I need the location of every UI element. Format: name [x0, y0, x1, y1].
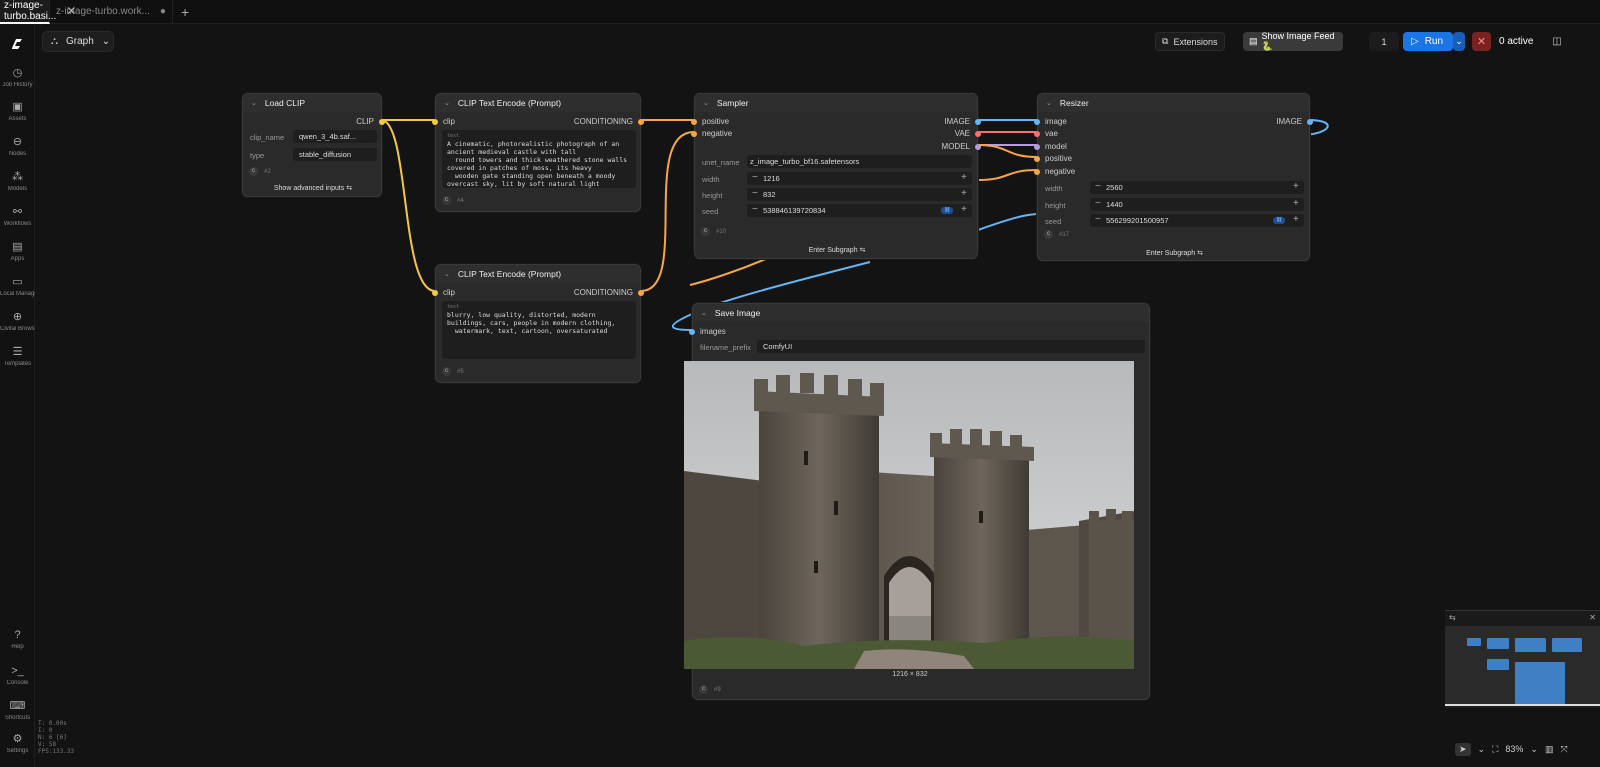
input-vae[interactable]: vae — [1034, 129, 1058, 138]
input-positive[interactable]: positive — [1034, 154, 1072, 163]
show-advanced-inputs-button[interactable]: Show advanced inputs ⇆ — [243, 184, 383, 192]
node-footer: c #2 — [249, 167, 271, 176]
comfy-icon: c — [699, 685, 708, 694]
minimap-node — [1515, 638, 1546, 652]
chevron-down-icon[interactable]: ⌄ — [1046, 99, 1052, 107]
decrement-button[interactable]: − — [752, 188, 758, 199]
pointer-icon[interactable]: ➤ — [1455, 742, 1471, 756]
seed-stepper[interactable]: 556299201500957 — [1090, 214, 1304, 227]
fit-view-icon[interactable]: ⛶ — [1492, 744, 1498, 755]
minimap-header: ⇆ ✕ — [1445, 611, 1600, 626]
height-stepper[interactable]: 1440 — [1090, 198, 1304, 211]
prompt-textarea[interactable]: text blurry, low quality, distorted, mode… — [442, 301, 636, 359]
input-negative[interactable]: negative — [691, 129, 732, 138]
input-clip[interactable]: clip — [432, 117, 455, 126]
node-footer: c #4 — [442, 196, 464, 205]
chevron-down-icon[interactable]: ⌄ — [701, 309, 707, 317]
node-resizer[interactable]: ⌄ Resizer image vae model positive negati… — [1034, 93, 1313, 261]
node-header[interactable]: ⌄ CLIP Text Encode (Prompt) — [436, 265, 640, 283]
minimap-node — [1487, 659, 1509, 670]
chevron-down-icon[interactable]: ⌄ — [251, 99, 257, 107]
increment-button[interactable]: + — [1293, 214, 1299, 225]
image-size-caption: 1216 × 832 — [892, 671, 928, 678]
link-badge: ⛓ — [941, 207, 954, 214]
type-select[interactable]: stable_diffusion — [293, 148, 377, 161]
minimap[interactable]: ⇆ ✕ — [1445, 610, 1600, 708]
output-image[interactable]: IMAGE — [944, 117, 981, 126]
chevron-down-icon[interactable]: ⌄ — [1530, 744, 1538, 755]
enter-subgraph-button[interactable]: Enter Subgraph ⇆ — [695, 246, 979, 254]
output-vae[interactable]: VAE — [955, 129, 981, 138]
chevron-down-icon[interactable]: ⌄ — [703, 99, 709, 107]
chevron-down-icon[interactable]: ⌄ — [444, 99, 450, 107]
zoom-level[interactable]: 83% — [1505, 744, 1523, 754]
minimap-node — [1467, 638, 1481, 646]
node-footer: c #9 — [699, 685, 721, 694]
output-clip[interactable]: CLIP — [356, 117, 385, 126]
minimap-canvas[interactable] — [1445, 626, 1600, 706]
minimap-node — [1515, 662, 1565, 704]
comfy-icon: c — [442, 367, 451, 376]
subgraph-icon: ⇆ — [859, 247, 866, 254]
decrement-button[interactable]: − — [752, 204, 758, 215]
seed-stepper[interactable]: 538846139720834 — [747, 204, 972, 217]
prompt-textarea[interactable]: text A cinematic, photorealistic photogra… — [442, 130, 636, 188]
width-stepper[interactable]: 2560 — [1090, 181, 1304, 194]
height-stepper[interactable]: 832 — [747, 188, 972, 201]
link-visibility-icon[interactable]: ⤧ — [1560, 744, 1567, 755]
node-header[interactable]: ⌄ Save Image — [693, 304, 1149, 322]
unet-name-select[interactable]: z_image_turbo_bf16.safetensors — [747, 155, 972, 168]
subgraph-icon: ⇆ — [1197, 250, 1203, 257]
input-model[interactable]: model — [1034, 142, 1067, 151]
node-footer: c #17 — [1044, 230, 1069, 239]
map-icon[interactable]: ▥ — [1545, 744, 1554, 755]
output-conditioning[interactable]: CONDITIONING — [574, 288, 644, 297]
decrement-button[interactable]: − — [1095, 181, 1101, 192]
width-stepper[interactable]: 1216 — [747, 172, 972, 185]
clip-name-select[interactable]: qwen_3_4b.saf... — [293, 130, 377, 143]
increment-button[interactable]: + — [961, 204, 967, 215]
comfy-icon: c — [249, 167, 258, 176]
link-badge: ⛓ — [1273, 217, 1286, 224]
input-negative[interactable]: negative — [1034, 167, 1075, 176]
chevron-down-icon[interactable]: ⌄ — [1478, 744, 1486, 755]
node-header[interactable]: ⌄ CLIP Text Encode (Prompt) — [436, 94, 640, 112]
node-clip-text-encode-negative[interactable]: ⌄ CLIP Text Encode (Prompt) clip CONDITIO… — [432, 264, 644, 383]
enter-subgraph-button[interactable]: Enter Subgraph ⇆ — [1038, 249, 1311, 257]
decrement-button[interactable]: − — [1095, 198, 1101, 209]
decrement-button[interactable]: − — [1095, 214, 1101, 225]
decrement-button[interactable]: − — [752, 172, 758, 183]
increment-button[interactable]: + — [1293, 181, 1299, 192]
output-image[interactable]: IMAGE — [1276, 117, 1313, 126]
input-clip[interactable]: clip — [432, 288, 455, 297]
comfy-icon: c — [701, 227, 710, 236]
comfy-icon: c — [1044, 230, 1053, 239]
input-image[interactable]: image — [1034, 117, 1067, 126]
node-clip-text-encode-positive[interactable]: ⌄ CLIP Text Encode (Prompt) clip CONDITIO… — [432, 93, 644, 212]
increment-button[interactable]: + — [1293, 198, 1299, 209]
node-footer: c #5 — [442, 367, 464, 376]
close-icon[interactable]: ✕ — [1589, 613, 1596, 624]
minimap-node — [1552, 638, 1582, 652]
sliders-icon: ⇆ — [346, 185, 353, 192]
output-model[interactable]: MODEL — [942, 142, 981, 151]
node-header[interactable]: ⌄ Resizer — [1038, 94, 1309, 112]
output-conditioning[interactable]: CONDITIONING — [574, 117, 644, 126]
comfy-icon: c — [442, 196, 451, 205]
input-images[interactable]: images — [689, 327, 726, 336]
increment-button[interactable]: + — [961, 188, 967, 199]
canvas-controls: ➤ ⌄ ⛶ 83% ⌄ ▥ ⤧ — [1445, 737, 1600, 761]
node-header[interactable]: ⌄ Sampler — [695, 94, 977, 112]
minimap-node — [1487, 638, 1509, 649]
input-positive[interactable]: positive — [691, 117, 729, 126]
settings-sliders-icon[interactable]: ⇆ — [1449, 613, 1456, 624]
node-footer: c #10 — [701, 227, 726, 236]
node-load-clip[interactable]: ⌄ Load CLIP CLIP clip_name qwen_3_4b.saf.… — [242, 93, 385, 197]
chevron-down-icon[interactable]: ⌄ — [444, 270, 450, 278]
increment-button[interactable]: + — [961, 172, 967, 183]
node-sampler[interactable]: ⌄ Sampler positive negative IMAGE VAE MOD… — [691, 93, 981, 259]
node-header[interactable]: ⌄ Load CLIP — [243, 94, 381, 112]
filename-prefix-input[interactable]: ComfyUI — [757, 340, 1145, 353]
output-image-preview[interactable] — [684, 361, 1134, 669]
